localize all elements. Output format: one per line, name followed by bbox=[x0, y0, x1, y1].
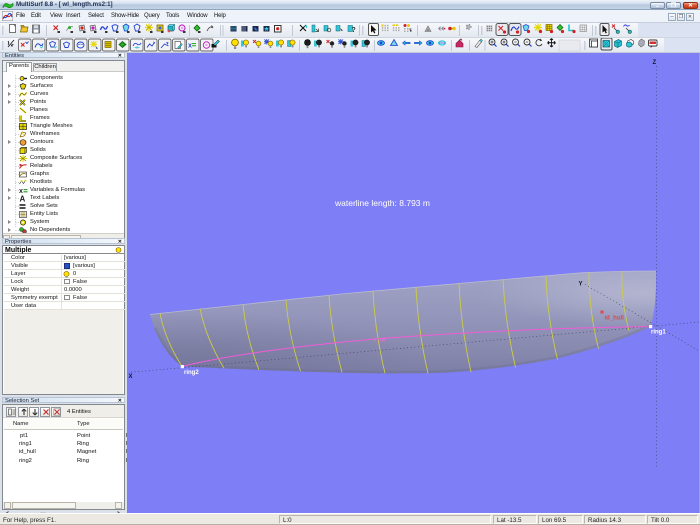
svg-text:id_hull: id_hull bbox=[605, 316, 625, 322]
svg-text:X: X bbox=[129, 374, 133, 380]
svg-text:waterline length: 8.793 m: waterline length: 8.793 m bbox=[334, 198, 430, 208]
svg-text:?: ? bbox=[352, 27, 356, 34]
svg-text:x: x bbox=[188, 43, 192, 50]
svg-text:n_wl: n_wl bbox=[373, 338, 385, 344]
svg-text:A: A bbox=[20, 195, 26, 202]
svg-text:ring1: ring1 bbox=[651, 330, 666, 336]
svg-text:Y: Y bbox=[579, 282, 583, 288]
svg-text:Z: Z bbox=[653, 60, 657, 66]
svg-text:ring2: ring2 bbox=[184, 370, 199, 376]
